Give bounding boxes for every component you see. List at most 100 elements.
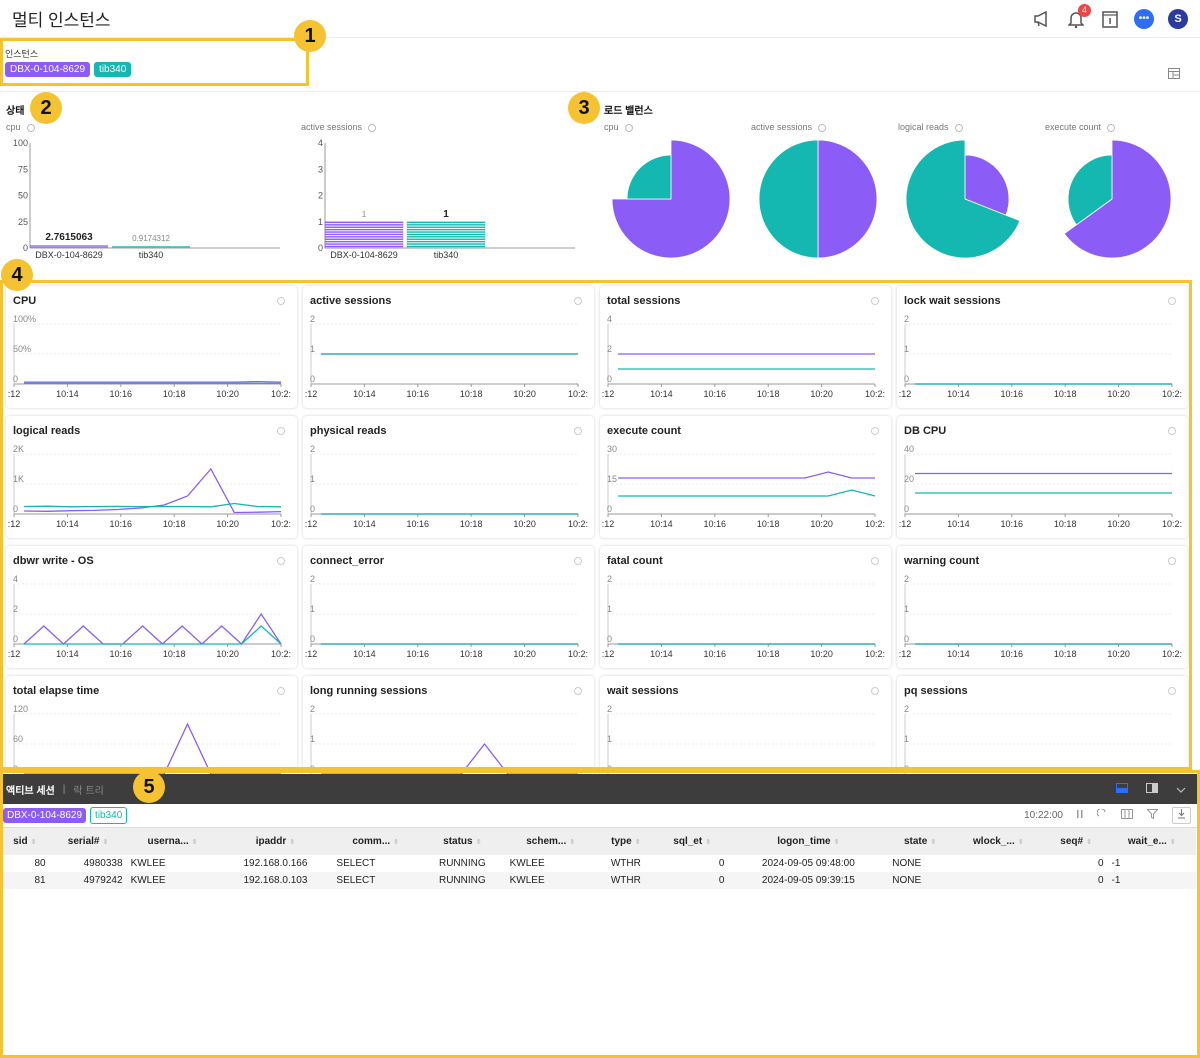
gear-icon[interactable] [277,687,285,695]
x-tick-label: 10:20 [810,519,833,529]
sort-icon[interactable]: ⬍ [1170,839,1176,846]
gear-icon[interactable] [871,297,879,305]
dock-right-icon[interactable] [1146,780,1158,798]
sort-icon[interactable]: ⬍ [289,839,295,846]
column-header[interactable]: ipaddr ⬍ [218,828,332,855]
columns-icon[interactable] [1121,809,1133,822]
metric-line-chart: 2 1 0:12 10:14 10:16 10:18 10:20 10:2: [305,314,588,399]
metric-line-chart: 2 1 0:12 10:14 10:16 10:18 10:20 10:2: [602,574,885,659]
gear-icon[interactable] [574,427,582,435]
column-header[interactable]: schem... ⬍ [506,828,596,855]
column-header[interactable]: wlock_... ⬍ [952,828,1045,855]
megaphone-icon[interactable] [1032,9,1052,29]
sort-icon[interactable]: ⬍ [31,839,37,846]
gear-icon[interactable] [871,687,879,695]
gear-icon[interactable] [574,687,582,695]
y-tick-label: 1 [904,604,909,614]
gear-icon[interactable] [277,557,285,565]
sort-icon[interactable]: ⬍ [103,839,109,846]
gear-icon[interactable] [1168,427,1176,435]
session-instance-tag-dbx[interactable]: DBX-0-104-8629 [3,808,87,823]
column-header[interactable]: state ⬍ [888,828,952,855]
pie-slice-tib340[interactable] [626,154,672,200]
sort-icon[interactable]: ⬍ [705,839,711,846]
bar[interactable] [30,245,108,248]
x-tick-label: 10:2: [1162,389,1182,399]
metric-card-title: DB CPU [904,425,947,437]
tab-lock-tree[interactable]: 락 트리 [73,782,103,797]
sort-icon[interactable]: ⬍ [476,839,482,846]
y-tick-label: 1 [607,734,612,744]
gear-icon[interactable] [954,123,963,132]
sort-icon[interactable]: ⬍ [1086,839,1092,846]
x-tick-label: 10:18 [757,649,780,659]
bar[interactable] [112,246,190,248]
sort-icon[interactable]: ⬍ [635,839,641,846]
layout-icon[interactable] [1168,66,1180,84]
column-header[interactable]: sql_et ⬍ [656,828,729,855]
pause-icon[interactable] [1077,810,1083,821]
gear-icon[interactable] [1168,687,1176,695]
gear-icon[interactable] [368,123,377,132]
gear-icon[interactable] [26,123,35,132]
collapse-chevron-icon[interactable] [1176,780,1186,798]
y-tick-label: 40 [904,444,914,454]
column-header[interactable]: status ⬍ [419,828,506,855]
pie-label: cpu [604,122,633,132]
gear-icon[interactable] [277,297,285,305]
column-header[interactable]: serial# ⬍ [50,828,127,855]
pie-slice-dbx[interactable] [817,139,878,259]
table-cell: 4980338 [83,858,123,869]
gear-icon[interactable] [818,123,827,132]
gear-icon[interactable] [1168,557,1176,565]
sort-icon[interactable]: ⬍ [930,839,936,846]
column-header[interactable]: wait_e... ⬍ [1108,828,1196,855]
gear-icon[interactable] [1168,297,1176,305]
dock-bottom-icon[interactable] [1116,780,1128,798]
pie-slice-tib340[interactable] [758,139,819,259]
sort-icon[interactable]: ⬍ [834,839,840,846]
refresh-time: 10:22:00 [1024,810,1063,821]
x-tick-label: 10:14 [947,649,970,659]
gear-icon[interactable] [871,557,879,565]
bar-stripe [325,243,403,245]
gear-icon[interactable] [277,427,285,435]
bar-value-label: 0.9174312 [132,234,170,243]
gear-icon[interactable] [624,123,633,132]
instance-tag-tib340[interactable]: tib340 [94,62,132,77]
instance-tag-dbx[interactable]: DBX-0-104-8629 [5,62,91,77]
chat-button[interactable]: ••• [1134,8,1154,29]
gear-icon[interactable] [574,297,582,305]
refresh-icon[interactable] [1096,808,1107,822]
filter-icon[interactable] [1146,809,1159,822]
tab-active-session[interactable]: 액티브 세션 [6,782,55,797]
sort-icon[interactable]: ⬍ [1018,839,1024,846]
instance-selector: 인스턴스 DBX-0-104-8629 tib340 [0,40,1200,92]
info-book-icon[interactable] [1100,9,1120,29]
column-header[interactable]: logon_time ⬍ [728,828,888,855]
sort-icon[interactable]: ⬍ [393,839,399,846]
x-tick-label: 10:14 [650,389,673,399]
sort-icon[interactable]: ⬍ [192,839,198,846]
gear-icon[interactable] [574,557,582,565]
session-instance-tag-tib340[interactable]: tib340 [90,807,128,824]
column-header[interactable]: seq# ⬍ [1045,828,1108,855]
notification-bell-icon[interactable]: 4 [1066,3,1091,29]
column-header[interactable]: comm... ⬍ [332,828,419,855]
metric-line-chart: 4 2 0:12 10:14 10:16 10:18 10:20 10:2: [602,314,885,399]
download-icon[interactable] [1172,807,1191,824]
column-header[interactable]: sid ⬍ [0,828,50,855]
x-tick-label: 10:2: [568,649,588,659]
table-row[interactable]: 80 4980338 KWLEE 192.168.0.166 SELECT RUNNING… [0,855,1196,872]
column-header[interactable]: type ⬍ [596,828,656,855]
y-tick-label: 1 [310,474,315,484]
gear-icon[interactable] [1107,123,1116,132]
sort-icon[interactable]: ⬍ [569,839,575,846]
user-avatar[interactable]: S [1168,8,1188,29]
x-tick-label: 10:18 [1054,389,1077,399]
table-row[interactable]: 81 4979242 KWLEE 192.168.0.103 SELECT RUNNING… [0,872,1196,889]
gear-icon[interactable] [871,427,879,435]
column-header[interactable]: userna... ⬍ [127,828,219,855]
callout-number-3: 3 [568,92,600,124]
bar-value-label: 1 [362,210,367,219]
